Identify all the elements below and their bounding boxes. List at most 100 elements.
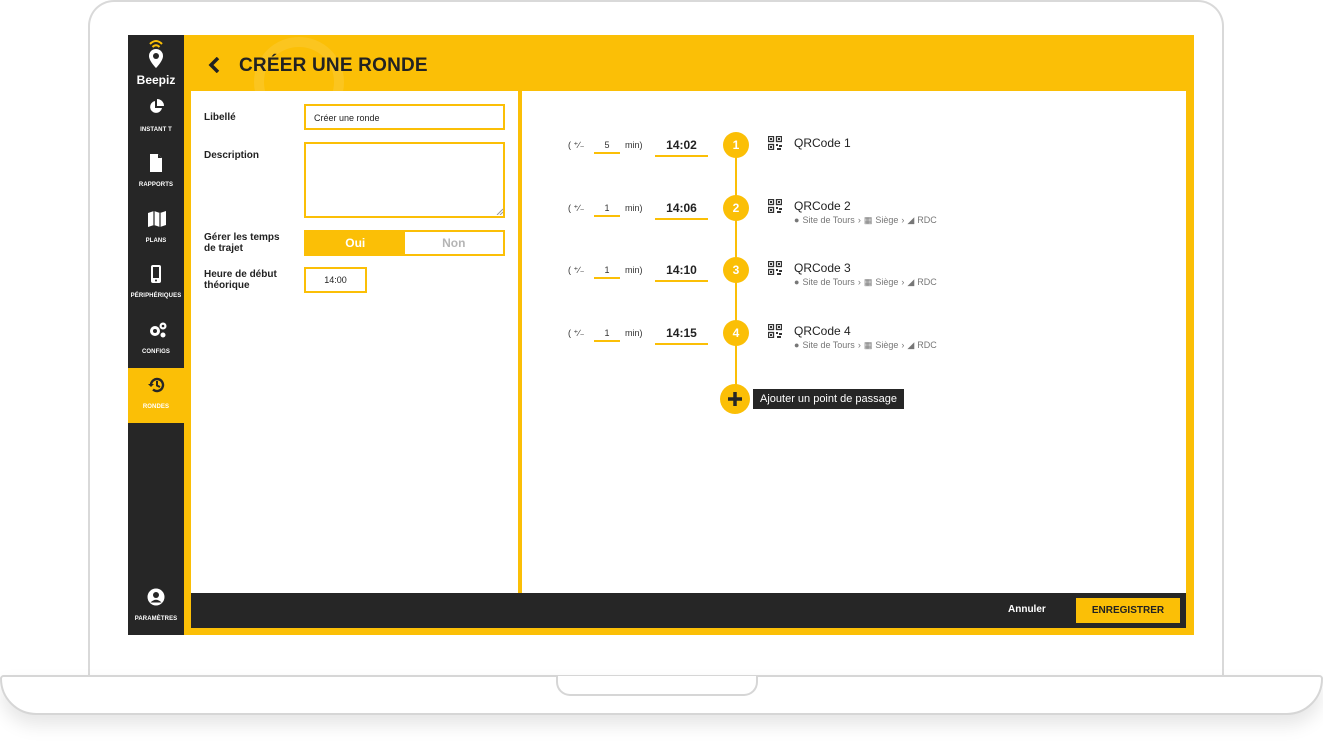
chevron-right-icon: › [901, 277, 905, 287]
site-name: Site de Tours [802, 215, 855, 225]
checkpoint-row: ( ⁺∕₋ 1 min) 14:06 2 QRCode 2 ● Site de T… [522, 195, 1186, 225]
step-badge: 2 [723, 195, 749, 221]
step-badge: 4 [723, 320, 749, 346]
beepiz-logo-icon [149, 40, 163, 68]
app-logo[interactable]: Beepiz [128, 35, 184, 91]
globe-icon: ● [794, 215, 800, 225]
nav-item-instant-t[interactable]: INSTANT T [128, 91, 184, 146]
add-point-label[interactable]: Ajouter un point de passage [753, 389, 904, 409]
tolerance-prefix: ( ⁺∕₋ [568, 328, 585, 338]
libelle-field[interactable]: Créer une ronde [304, 104, 505, 130]
floor-name: RDC [917, 277, 937, 287]
add-point-button[interactable] [720, 384, 750, 414]
nav-item-parametres[interactable]: PARAMÈTRES [128, 580, 184, 635]
qrcode-icon [768, 199, 782, 213]
qrcode-icon [768, 136, 782, 150]
nav-label: INSTANT T [140, 127, 172, 133]
page-header: CRÉER UNE RONDE [184, 35, 1194, 127]
tolerance-input[interactable]: 5 [594, 140, 620, 154]
checkpoint-time[interactable]: 14:06 [655, 201, 708, 220]
toggle-yes-button[interactable]: Oui [306, 232, 405, 254]
heure-debut-field[interactable]: 14:00 [304, 267, 367, 293]
nav-label: PÉRIPHÉRIQUES [130, 293, 182, 299]
nav-label: CONFIGS [141, 349, 171, 355]
footer-bar: Annuler ENREGISTRER [191, 593, 1186, 628]
signal-icon: ◢ [907, 277, 915, 287]
description-label: Description [204, 150, 260, 161]
checkpoint-name: QRCode 4 [794, 324, 851, 338]
checkpoint-name: QRCode 2 [794, 199, 851, 213]
signal-icon: ◢ [907, 340, 915, 350]
tolerance-prefix: ( ⁺∕₋ [568, 140, 585, 150]
nav-item-rondes[interactable]: RONDES [128, 368, 184, 423]
checkpoint-name: QRCode 1 [794, 136, 851, 150]
round-form-panel: Libellé Créer une ronde Description Gére… [191, 91, 518, 593]
heure-label-line2: théorique [204, 280, 250, 291]
nav-item-peripheriques[interactable]: PÉRIPHÉRIQUES [128, 257, 184, 312]
tolerance-unit: min) [625, 140, 643, 150]
tolerance-prefix: ( ⁺∕₋ [568, 265, 585, 275]
chevron-right-icon: › [857, 277, 861, 287]
building-icon: ▦ [863, 215, 873, 225]
checkpoint-time[interactable]: 14:15 [655, 326, 708, 345]
tolerance-unit: min) [625, 328, 643, 338]
checkpoint-location: ● Site de Tours › ▦ Siège › ◢ RDC [794, 340, 940, 351]
toggle-no-button[interactable]: Non [404, 232, 503, 254]
building-name: Siège [875, 340, 899, 350]
libelle-label: Libellé [204, 112, 236, 123]
chevron-right-icon: › [901, 340, 905, 350]
tolerance-input[interactable]: 1 [594, 328, 620, 342]
building-name: Siège [875, 215, 899, 225]
heure-label-line1: Heure de début [204, 269, 277, 280]
back-arrow-icon[interactable] [208, 57, 220, 73]
checkpoint-row: ( ⁺∕₋ 1 min) 14:15 4 QRCode 4 ● Site de T… [522, 320, 1186, 350]
floor-name: RDC [917, 215, 937, 225]
tolerance-unit: min) [625, 265, 643, 275]
signal-icon: ◢ [907, 215, 915, 225]
history-icon [148, 377, 165, 393]
nav-item-rapports[interactable]: RAPPORTS [128, 146, 184, 201]
checkpoint-location: ● Site de Tours › ▦ Siège › ◢ RDC [794, 277, 940, 288]
app-logo-text: Beepiz [136, 73, 176, 87]
tolerance-input[interactable]: 1 [594, 265, 620, 279]
tolerance-prefix: ( ⁺∕₋ [568, 203, 585, 213]
save-button[interactable]: ENREGISTRER [1076, 598, 1180, 623]
resize-handle-icon[interactable] [496, 208, 503, 215]
floor-name: RDC [917, 340, 937, 350]
plus-icon [728, 392, 742, 406]
app-screen: Beepiz INSTANT T RAPPORTS PLANS PÉRIPHÉR… [128, 35, 1194, 635]
checkpoints-panel: ( ⁺∕₋ 5 min) 14:02 1 QRCode 1 ( ⁺∕₋ 1 mi… [522, 91, 1186, 593]
site-name: Site de Tours [802, 277, 855, 287]
checkpoint-time[interactable]: 14:10 [655, 263, 708, 282]
checkpoint-time[interactable]: 14:02 [655, 138, 708, 157]
nav-label: RAPPORTS [138, 182, 174, 188]
tolerance-unit: min) [625, 203, 643, 213]
tolerance-input[interactable]: 1 [594, 203, 620, 217]
step-badge: 3 [723, 257, 749, 283]
laptop-notch [556, 676, 758, 696]
building-icon: ▦ [863, 277, 873, 287]
cancel-button[interactable]: Annuler [1008, 604, 1046, 615]
pie-chart-icon [150, 99, 164, 113]
gears-icon [150, 322, 167, 338]
trajet-toggle: Oui Non [304, 230, 505, 256]
checkpoint-location: ● Site de Tours › ▦ Siège › ◢ RDC [794, 215, 940, 226]
chevron-right-icon: › [857, 215, 861, 225]
nav-label: PLANS [145, 238, 167, 244]
user-circle-icon [147, 588, 165, 606]
step-badge: 1 [723, 132, 749, 158]
sidebar: Beepiz INSTANT T RAPPORTS PLANS PÉRIPHÉR… [128, 35, 184, 635]
nav-label: PARAMÈTRES [134, 616, 178, 622]
globe-icon: ● [794, 340, 800, 350]
trajet-label-line1: Gérer les temps [204, 232, 280, 243]
checkpoint-name: QRCode 3 [794, 261, 851, 275]
page-title: CRÉER UNE RONDE [239, 55, 428, 76]
building-name: Siège [875, 277, 899, 287]
nav-label: RONDES [142, 404, 170, 410]
nav-item-configs[interactable]: CONFIGS [128, 313, 184, 368]
building-icon: ▦ [863, 340, 873, 350]
checkpoint-row: ( ⁺∕₋ 5 min) 14:02 1 QRCode 1 [522, 132, 1186, 162]
nav-item-plans[interactable]: PLANS [128, 202, 184, 257]
trajet-label-line2: de trajet [204, 243, 243, 254]
description-field[interactable] [304, 142, 505, 218]
